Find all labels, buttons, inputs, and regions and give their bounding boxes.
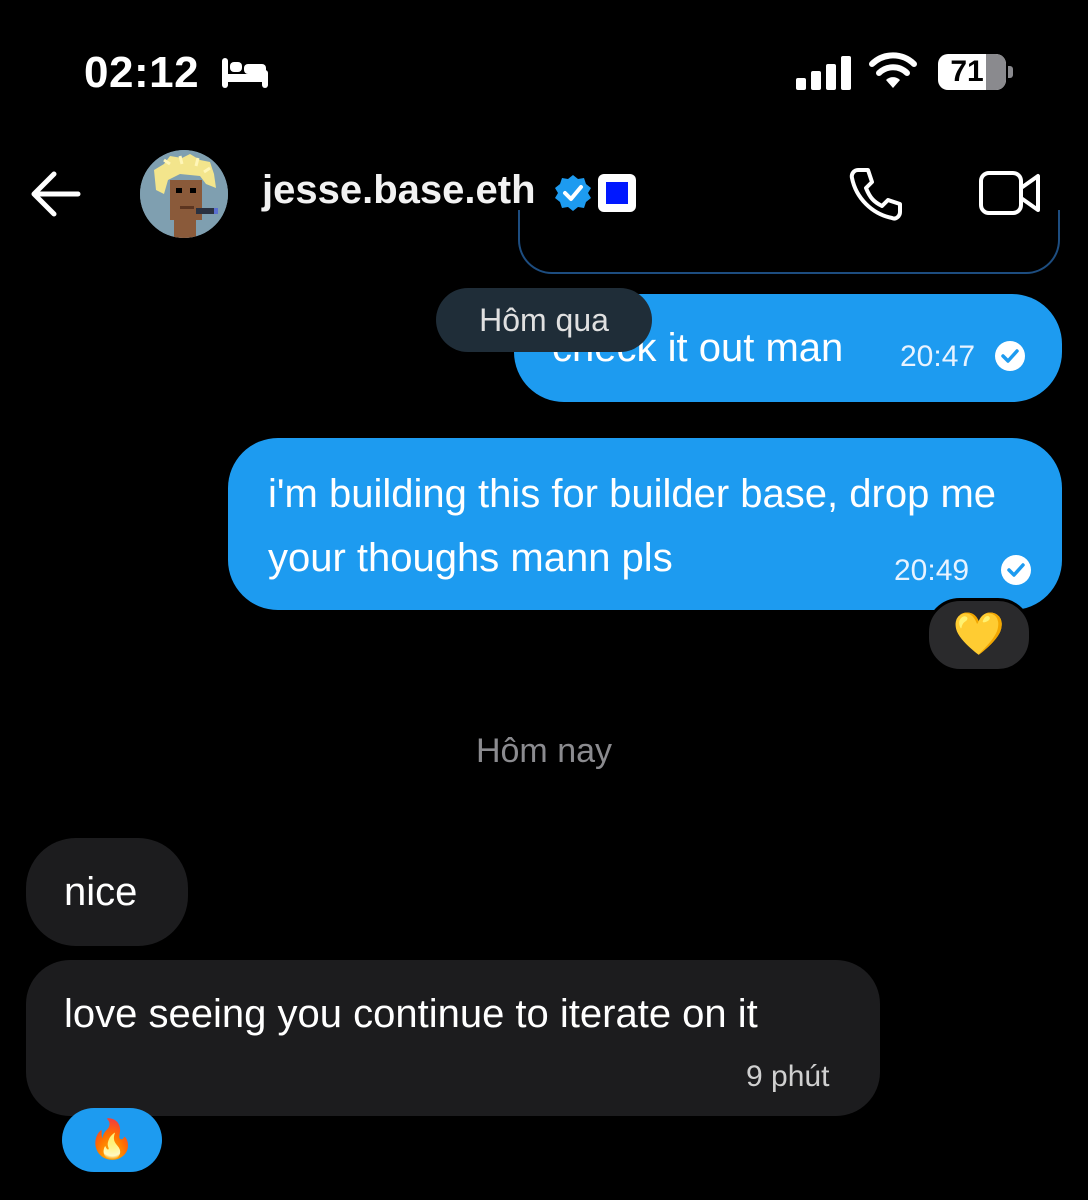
message-text: love seeing you continue to iterate on i… — [64, 992, 758, 1036]
avatar[interactable] — [140, 150, 228, 238]
date-separator-today: Hôm nay — [475, 732, 613, 770]
verified-badge-icon — [555, 175, 591, 211]
contact-name[interactable]: jesse.base.eth — [262, 168, 536, 213]
incoming-message[interactable]: love seeing you continue to iterate on i… — [26, 960, 880, 1116]
reaction-heart[interactable]: 💛 — [926, 598, 1032, 672]
message-time: 20:47 — [900, 340, 976, 373]
battery-level: 71 — [950, 55, 984, 88]
square-badge-icon — [598, 174, 636, 212]
battery-indicator: 71 — [938, 54, 1006, 90]
reaction-fire[interactable]: 🔥 — [62, 1108, 162, 1172]
read-check-icon — [1001, 555, 1031, 585]
date-separator-yesterday: Hôm qua — [436, 288, 652, 352]
wifi-icon — [869, 52, 917, 88]
message-time: 9 phút — [746, 1060, 830, 1093]
incoming-message[interactable]: nice — [26, 838, 188, 946]
message-text: nice — [64, 870, 138, 914]
message-time: 20:49 — [894, 554, 970, 587]
bed-icon — [222, 58, 268, 88]
previous-message-card[interactable] — [518, 210, 1060, 274]
status-time: 02:12 — [84, 48, 200, 97]
outgoing-message[interactable]: i'm building this for builder base, drop… — [228, 438, 1062, 610]
read-check-icon — [995, 341, 1025, 371]
back-arrow-icon[interactable] — [28, 168, 84, 220]
battery-nub — [1008, 66, 1013, 78]
cellular-signal-icon — [796, 56, 851, 90]
